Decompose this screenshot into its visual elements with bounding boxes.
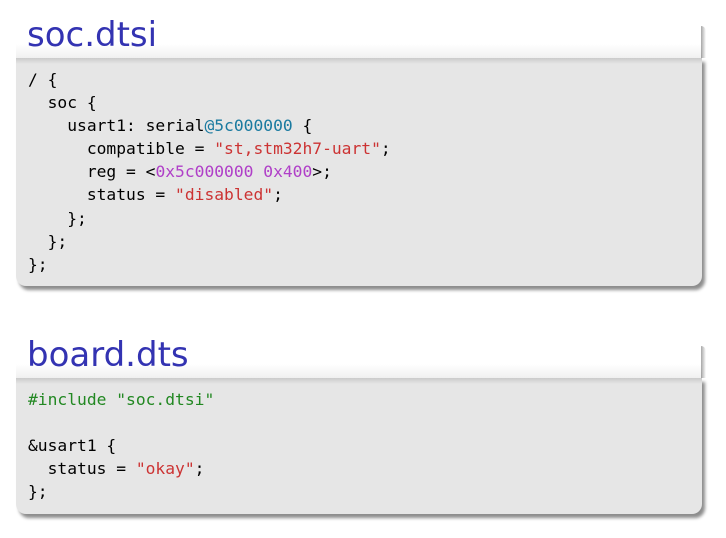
- code-line: status = "disabled";: [28, 185, 283, 204]
- title-shadow: [701, 346, 706, 378]
- code-block-body: #include "soc.dtsi" &usart1 { status = "…: [16, 378, 702, 514]
- block-title: soc.dtsi: [27, 15, 158, 55]
- code-token: };: [28, 254, 48, 274]
- block-title-bar: board.dts: [16, 332, 706, 378]
- code-line: usart1: serial@5c000000 {: [28, 116, 312, 135]
- code-token: usart1: serial: [28, 116, 205, 136]
- code-line: };: [28, 482, 48, 501]
- block-title-bar: soc.dtsi: [16, 12, 706, 58]
- code-line: status = "okay";: [28, 459, 205, 479]
- code-token: {: [292, 116, 313, 136]
- code-line: };: [28, 209, 87, 228]
- code-listing: / { soc { usart1: serial@5c000000 { comp…: [28, 68, 690, 276]
- code-line: #include "soc.dtsi": [28, 390, 214, 409]
- code-line: reg = <0x5c000000 0x400>;: [28, 162, 332, 181]
- code-token: status =: [28, 185, 176, 205]
- code-token: ;: [194, 459, 205, 479]
- body-top-shade: [16, 58, 702, 64]
- soc-dtsi-block: soc.dtsi / { soc { usart1: serial@5c0000…: [16, 12, 706, 286]
- code-block-body: / { soc { usart1: serial@5c000000 { comp…: [16, 58, 702, 286]
- body-top-shade: [16, 378, 702, 384]
- code-token: "disabled": [175, 185, 274, 205]
- code-token: "okay": [135, 459, 195, 479]
- block-title: board.dts: [27, 335, 189, 375]
- code-token: &usart1 {: [28, 436, 117, 456]
- code-token: compatible =: [28, 139, 215, 159]
- code-line: / {: [28, 70, 57, 89]
- code-token: >;: [312, 162, 332, 182]
- code-line: soc {: [28, 93, 97, 112]
- code-token: ;: [273, 185, 283, 205]
- code-token: };: [28, 208, 87, 228]
- code-line: };: [28, 255, 48, 274]
- code-token: / {: [28, 70, 58, 89]
- board-dts-block: board.dts #include "soc.dtsi" &usart1 { …: [16, 332, 706, 514]
- code-token: reg = <: [28, 162, 156, 182]
- title-shadow: [701, 26, 706, 58]
- code-line: };: [28, 231, 68, 251]
- code-token: };: [28, 231, 68, 251]
- code-token: #include "soc.dtsi": [28, 390, 215, 409]
- code-line: compatible = "st,stm32h7-uart";: [28, 139, 391, 158]
- code-token: 0x5c000000 0x400: [155, 162, 313, 182]
- code-token: "st,stm32h7-uart": [214, 139, 381, 159]
- code-token: status =: [28, 459, 136, 479]
- code-listing: #include "soc.dtsi" &usart1 { status = "…: [28, 388, 690, 503]
- code-token: soc {: [28, 93, 97, 113]
- code-token: ;: [380, 139, 391, 159]
- code-token: @5c000000: [204, 116, 293, 136]
- code-token: };: [28, 482, 48, 502]
- code-line: &usart1 {: [28, 436, 116, 455]
